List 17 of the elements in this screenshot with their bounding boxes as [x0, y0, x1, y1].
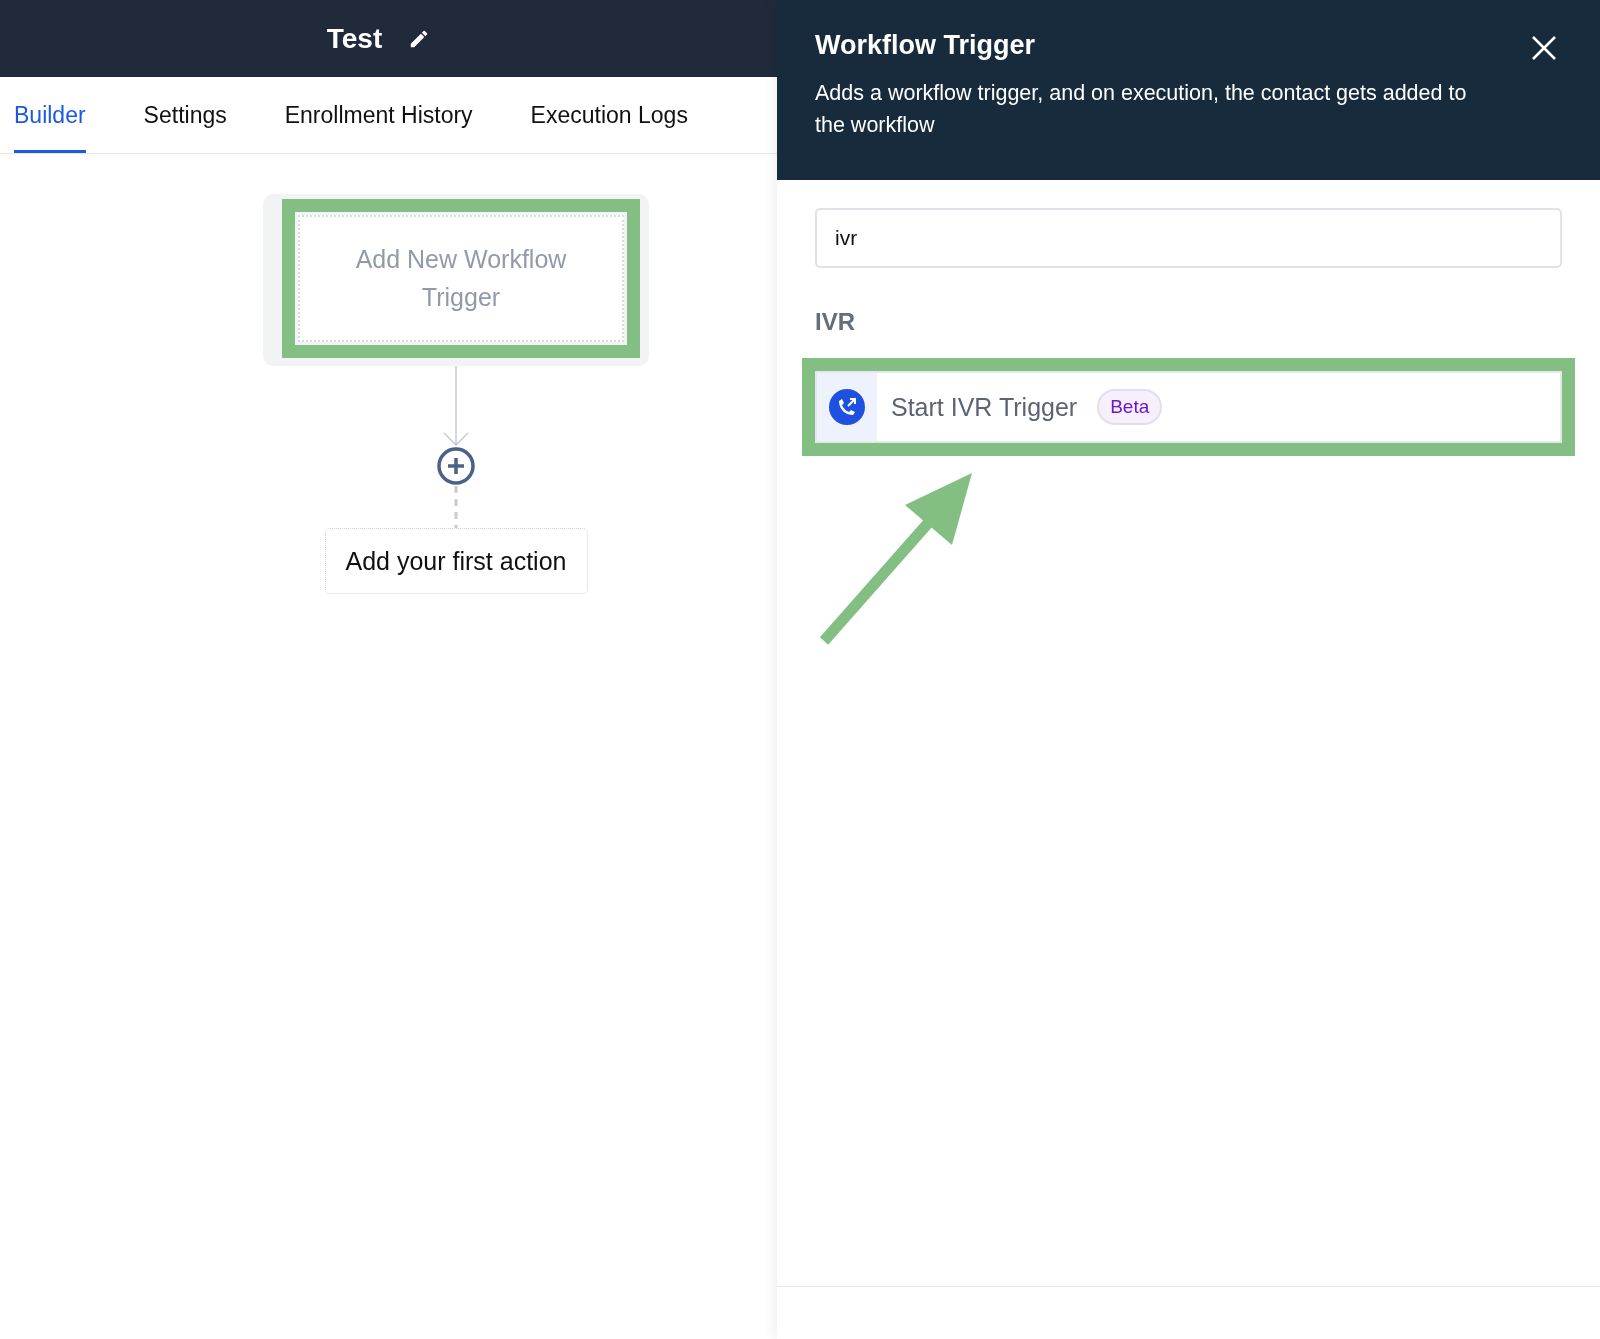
tab[interactable]: Enrollment History — [284, 77, 473, 153]
trigger-option[interactable]: Start IVR Trigger Beta — [815, 371, 1562, 443]
phone-call-icon — [829, 389, 865, 425]
tab[interactable]: Settings — [143, 77, 227, 153]
add-action-node[interactable]: Add your first action — [324, 528, 588, 594]
close-icon[interactable] — [1530, 34, 1558, 62]
search-field[interactable]: ivr — [815, 208, 1562, 268]
workflow-title: Test — [326, 22, 383, 55]
option-label: Start IVR Trigger — [891, 392, 1078, 422]
dashed-connector — [454, 486, 458, 528]
group-heading: IVR — [815, 308, 856, 336]
panel-title: Workflow Trigger — [815, 30, 1036, 61]
tab[interactable]: Builder — [14, 77, 86, 153]
beta-badge: Beta — [1097, 389, 1163, 425]
panel-description: Adds a workflow trigger, and on execution, the contact gets added to the workflow — [815, 80, 1468, 140]
tab[interactable]: Execution Logs — [530, 77, 688, 153]
add-step-icon[interactable] — [436, 446, 476, 486]
